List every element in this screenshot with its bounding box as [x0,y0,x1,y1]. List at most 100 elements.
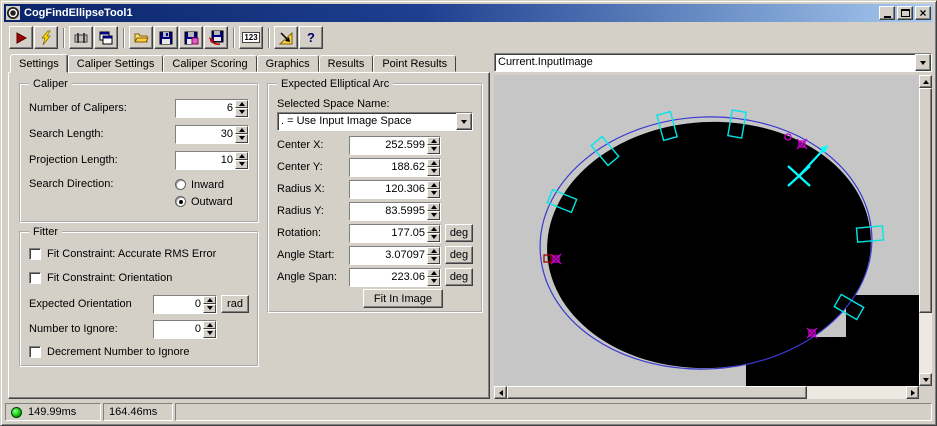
save-image-button[interactable] [179,26,203,49]
right-arrow-icon [910,389,915,396]
copy-window-button[interactable] [94,26,118,49]
radius-y-input[interactable] [350,202,427,220]
rotation-deg-button[interactable]: deg [445,224,473,242]
space-name-combobox[interactable]: . = Use Input Image Space [277,112,473,131]
center-y-input[interactable] [350,158,427,176]
scroll-right-button[interactable] [906,386,919,399]
spin-up-button[interactable] [427,224,440,233]
rotation-row: Rotation: deg [277,223,473,243]
vertical-scrollbar[interactable] [919,75,932,386]
center-x-spinner [349,135,441,155]
spin-down-button[interactable] [427,189,440,198]
angle-start-input[interactable] [350,246,427,264]
tab-caliper-settings[interactable]: Caliper Settings [67,55,164,72]
search-length-row: Search Length: [29,124,249,144]
open-folder-icon [134,33,149,42]
horizontal-scroll-thumb[interactable] [507,386,807,399]
left-arrow-icon [498,389,503,396]
rad-unit-button[interactable]: rad [221,295,249,313]
spin-down-button[interactable] [235,108,248,117]
help-icon: ? [307,30,315,45]
angle-span-spinner [349,267,441,287]
tab-point-results[interactable]: Point Results [373,55,457,72]
down-arrow-icon [238,162,245,167]
combo-dropdown-button[interactable] [456,113,472,130]
spin-up-button[interactable] [203,295,216,304]
scroll-left-button[interactable] [494,386,507,399]
spin-down-button[interactable] [427,145,440,154]
angle-start-deg-button[interactable]: deg [445,246,473,264]
spin-down-button[interactable] [427,167,440,176]
number-to-ignore-input[interactable] [154,320,203,338]
combo-dropdown-button[interactable] [915,54,931,71]
spin-up-button[interactable] [235,125,248,134]
spin-down-button[interactable] [427,255,440,264]
radius-x-input[interactable] [350,180,427,198]
spin-down-button[interactable] [203,329,216,338]
image-source-combobox[interactable]: Current.InputImage [494,53,932,72]
orientation-constraint-checkbox[interactable] [29,272,41,284]
search-direction-row: Search Direction: Inward Outward [29,176,249,210]
minimize-icon [883,15,891,18]
projection-length-input[interactable] [176,151,235,169]
spin-up-button[interactable] [427,180,440,189]
position-tool-button[interactable] [274,26,298,49]
spin-up-button[interactable] [427,136,440,145]
spin-up-button[interactable] [235,151,248,160]
close-button[interactable]: × [915,6,931,20]
down-arrow-icon [206,306,213,311]
spin-down-button[interactable] [427,233,440,242]
angle-span-deg-button[interactable]: deg [445,268,473,286]
down-arrow-icon [430,213,437,218]
projection-length-label: Projection Length: [29,154,118,166]
tab-results[interactable]: Results [318,55,374,72]
angle-span-input[interactable] [350,268,427,286]
spin-up-button[interactable] [427,202,440,211]
up-arrow-icon [430,270,437,275]
spin-up-button[interactable] [235,99,248,108]
radius-x-row: Radius X: [277,179,473,199]
projection-length-spinner [175,150,249,170]
tab-caliper-scoring[interactable]: Caliper Scoring [163,55,257,72]
vertical-scroll-thumb[interactable] [919,88,932,313]
spin-up-button[interactable] [427,158,440,167]
spin-up-button[interactable] [203,320,216,329]
help-button[interactable]: ? [299,26,323,49]
tab-graphics[interactable]: Graphics [256,55,319,72]
tab-settings[interactable]: Settings [10,54,68,73]
save-button[interactable] [154,26,178,49]
spin-up-button[interactable] [427,246,440,255]
center-x-input[interactable] [350,136,427,154]
search-direction-inward-option[interactable]: Inward [175,176,249,193]
electric-run-button[interactable] [34,26,58,49]
search-direction-outward-option[interactable]: Outward [175,193,249,210]
run-time-value: 149.99ms [28,406,77,418]
spin-down-button[interactable] [235,160,248,169]
search-length-input[interactable] [176,125,235,143]
scroll-up-button[interactable] [919,75,932,88]
floppy-arrow-icon [209,30,224,45]
rotation-input[interactable] [350,224,427,242]
run-button[interactable] [9,26,33,49]
display-values-button[interactable]: 123 [239,26,263,49]
number-of-calipers-input[interactable] [176,99,235,117]
image-source-value: Current.InputImage [498,56,593,68]
open-file-button[interactable] [129,26,153,49]
image-canvas[interactable] [494,75,919,386]
spin-down-button[interactable] [203,304,216,313]
up-arrow-icon [430,204,437,209]
scroll-down-button[interactable] [919,373,932,386]
save-results-button[interactable] [204,26,228,49]
decrement-checkbox[interactable] [29,346,41,358]
spin-down-button[interactable] [427,211,440,220]
caliper-shapes-button[interactable] [69,26,93,49]
rms-constraint-checkbox[interactable] [29,248,41,260]
horizontal-scrollbar[interactable] [494,386,919,399]
minimize-button[interactable] [879,6,895,20]
spin-up-button[interactable] [427,268,440,277]
fit-in-image-button[interactable]: Fit In Image [362,289,443,308]
spin-down-button[interactable] [235,134,248,143]
spin-down-button[interactable] [427,277,440,286]
maximize-button[interactable] [897,6,913,20]
expected-orientation-input[interactable] [154,295,203,313]
